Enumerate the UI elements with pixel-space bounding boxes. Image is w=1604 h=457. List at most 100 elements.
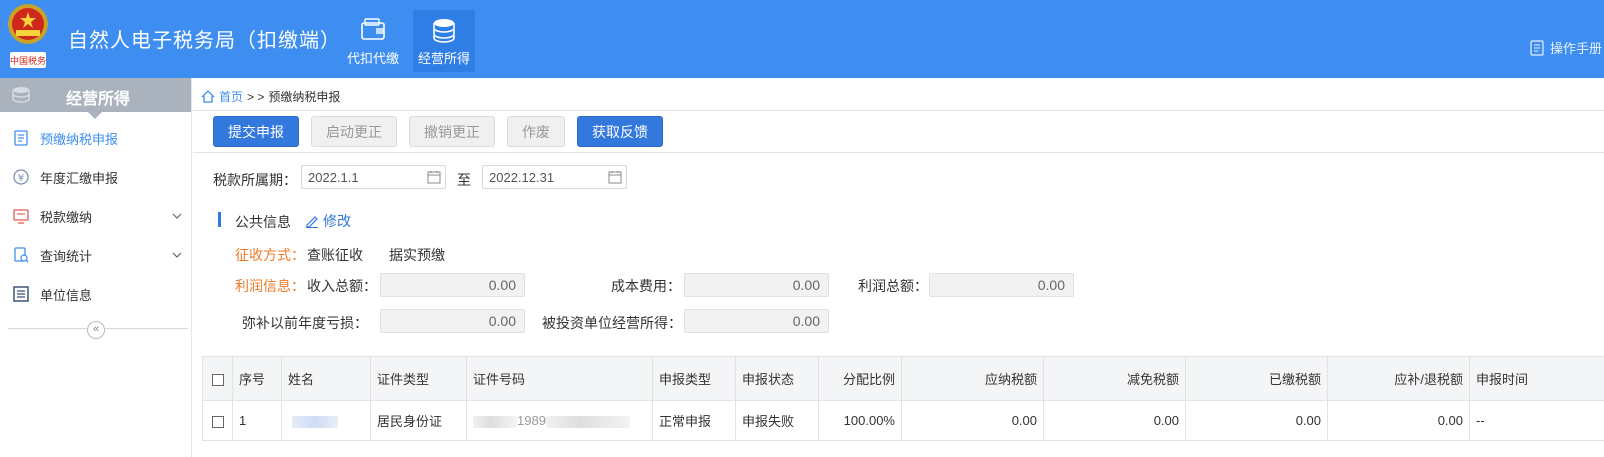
cancel-correction-button[interactable]: 撤销更正 — [409, 116, 495, 147]
profit-info-label: 利润信息： — [235, 278, 305, 294]
app-title: 自然人电子税务局（扣缴端） — [68, 30, 341, 52]
sidebar-item-unit-info[interactable]: 单位信息 — [0, 276, 192, 312]
row-tax-payable: 0.00 — [901, 400, 1044, 441]
breadcrumb: 首页 > > 预缴纳税申报 — [201, 88, 340, 105]
get-feedback-button[interactable]: 获取反馈 — [577, 116, 663, 147]
invested-unit-income-label: 被投资单位经营所得： — [542, 315, 682, 331]
col-header: 应纳税额 — [901, 356, 1044, 401]
period-start-value: 2022.1.1 — [308, 170, 359, 185]
collection-method-label: 征收方式： — [235, 247, 305, 263]
table-header-row: 序号 姓名 证件类型 证件号码 申报类型 申报状态 分配比例 应纳税额 减免税额… — [202, 356, 1604, 401]
period-label: 税款所属期： — [213, 172, 297, 188]
redacted-id-prefix — [473, 415, 517, 428]
void-button[interactable]: 作废 — [507, 116, 565, 147]
chevron-down-icon — [172, 252, 182, 258]
prior-loss-field: 0.00 — [380, 309, 525, 333]
edit-label: 修改 — [323, 213, 351, 229]
col-header: 证件号码 — [466, 356, 653, 401]
list-icon — [13, 286, 29, 302]
period-end-input[interactable]: 2022.12.31 — [482, 165, 627, 189]
sidebar-item-prepay-declaration[interactable]: 预缴纳税申报 — [0, 120, 192, 156]
profit-total-field: 0.00 — [929, 273, 1074, 297]
svg-text:¥: ¥ — [18, 173, 24, 184]
search-doc-icon — [14, 247, 29, 263]
row-id-number: 1989 — [466, 400, 653, 441]
breadcrumb-current: 预缴纳税申报 — [268, 90, 341, 104]
sidebar-item-label: 查询统计 — [40, 248, 93, 264]
prepay-method-value: 据实预缴 — [389, 247, 445, 263]
prior-loss-label: 弥补以前年度亏损： — [242, 315, 368, 331]
sidebar-item-label: 年度汇缴申报 — [40, 170, 119, 186]
national-emblem-icon: 中国税务 — [8, 4, 48, 68]
calendar-icon — [608, 171, 622, 184]
sidebar-item-label: 预缴纳税申报 — [40, 131, 119, 147]
sidebar-header: 经营所得 — [0, 78, 191, 119]
manual-label: 操作手册 — [1549, 41, 1602, 56]
home-icon — [201, 90, 215, 103]
tab-withholding-label: 代扣代缴 — [346, 51, 399, 66]
manual-icon — [1530, 39, 1544, 56]
row-tax-refund: 0.00 — [1327, 400, 1470, 441]
breadcrumb-home-link[interactable]: 首页 — [219, 88, 243, 105]
tab-withholding[interactable]: 代扣代缴 — [342, 10, 404, 72]
monitor-icon — [13, 209, 29, 224]
col-header: 应补/退税额 — [1327, 356, 1470, 401]
coins-icon — [12, 87, 30, 103]
invested-unit-income-field: 0.00 — [684, 309, 829, 333]
sidebar-item-tax-payment[interactable]: 税款缴纳 — [0, 198, 192, 234]
row-declaration-time: -- — [1469, 400, 1604, 441]
svg-text:中国税务: 中国税务 — [10, 55, 46, 67]
col-header: 姓名 — [281, 356, 371, 401]
edit-public-info-link[interactable]: 修改 — [305, 211, 351, 231]
sidebar-item-label: 单位信息 — [40, 287, 93, 303]
row-status: 申报失败 — [735, 400, 819, 441]
row-tax-paid: 0.00 — [1185, 400, 1328, 441]
edit-icon — [306, 216, 318, 228]
row-declaration-type: 正常申报 — [652, 400, 736, 441]
sidebar-item-query-stats[interactable]: 查询统计 — [0, 237, 192, 273]
tab-business-income[interactable]: 经营所得 — [413, 10, 475, 72]
cost-field: 0.00 — [684, 273, 829, 297]
row-tax-reduced: 0.00 — [1043, 400, 1186, 441]
submit-declaration-button[interactable]: 提交申报 — [213, 116, 299, 147]
public-info-title: 公共信息 — [235, 214, 291, 230]
row-checkbox[interactable] — [211, 415, 224, 428]
sidebar-item-label: 税款缴纳 — [40, 209, 93, 225]
document-icon — [14, 130, 28, 146]
col-header: 申报状态 — [735, 356, 819, 401]
col-header: 申报时间 — [1469, 356, 1604, 401]
start-correction-button[interactable]: 启动更正 — [311, 116, 397, 147]
sidebar-item-annual-declaration[interactable]: ¥ 年度汇缴申报 — [0, 159, 192, 195]
declaration-table: 序号 姓名 证件类型 证件号码 申报类型 申报状态 分配比例 应纳税额 减免税额… — [202, 356, 1604, 457]
app-header: 中国税务 自然人电子税务局（扣缴端） 代扣代缴 经营所得 操作手册 — [0, 0, 1604, 78]
manual-link[interactable]: 操作手册 — [1530, 38, 1602, 57]
breadcrumb-separator: > > — [247, 89, 265, 104]
row-name — [281, 400, 371, 441]
col-header: 申报类型 — [652, 356, 736, 401]
sidebar: 经营所得 预缴纳税申报 ¥ 年度汇缴申报 税款缴纳 查询统计 单位信息 « — [0, 78, 192, 457]
calendar-icon — [427, 171, 441, 184]
redacted-id-suffix — [545, 415, 630, 428]
coins-icon — [433, 19, 455, 43]
select-all-checkbox[interactable] — [211, 373, 224, 386]
row-ratio: 100.00% — [818, 400, 902, 441]
col-header: 序号 — [232, 356, 282, 401]
id-fragment: 1989 — [517, 413, 546, 428]
row-index: 1 — [232, 400, 282, 441]
yen-icon: ¥ — [13, 169, 29, 185]
table-row[interactable]: 1 居民身份证 1989 正常申报 申报失败 100.00% 0.00 0.00… — [202, 400, 1604, 441]
col-header: 减免税额 — [1043, 356, 1186, 401]
sidebar-collapse-button[interactable]: « — [87, 321, 105, 339]
tab-business-income-label: 经营所得 — [417, 51, 470, 66]
col-header: 证件类型 — [370, 356, 467, 401]
period-to-label: 至 — [457, 172, 471, 188]
redacted-name — [292, 415, 338, 428]
select-all-cell — [202, 356, 233, 401]
row-id-type: 居民身份证 — [370, 400, 467, 441]
wallet-icon — [361, 18, 385, 40]
toolbar: 提交申报 启动更正 撤销更正 作废 获取反馈 — [193, 111, 1604, 153]
period-end-value: 2022.12.31 — [489, 170, 555, 185]
main-content: 首页 > > 预缴纳税申报 提交申报 启动更正 撤销更正 作废 获取反馈 税款所… — [193, 78, 1604, 457]
sidebar-title: 经营所得 — [66, 91, 131, 108]
period-start-input[interactable]: 2022.1.1 — [301, 165, 446, 189]
